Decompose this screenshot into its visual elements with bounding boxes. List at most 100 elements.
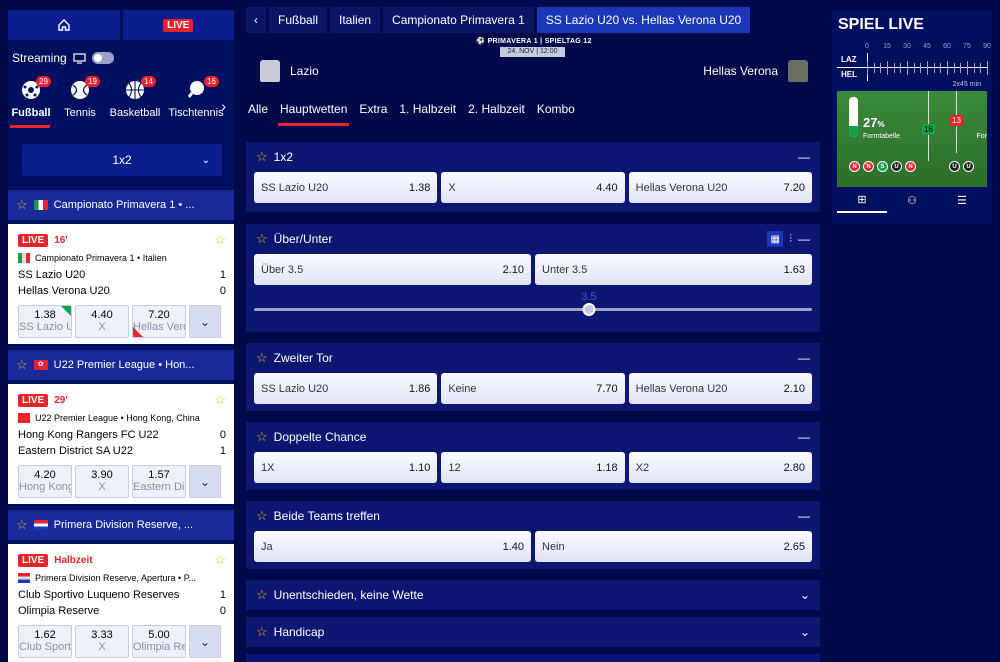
star-icon[interactable]: ☆ (214, 232, 226, 248)
star-icon[interactable]: ☆ (256, 587, 268, 603)
competition-round: PRIMAVERA 1 | SPIELTAG 12 (487, 38, 592, 45)
outcome-button[interactable]: X2 2.80 (628, 452, 812, 483)
outcome-button[interactable]: Hellas Verona U20 7.20 (628, 172, 812, 203)
outcome-button[interactable]: 12 1.18 (441, 452, 625, 483)
tab-kombo[interactable]: Kombo (535, 102, 577, 126)
streaming-toggle[interactable] (91, 52, 114, 64)
outcome-button[interactable]: SS Lazio U20 1.38 (254, 172, 438, 203)
more-markets-button[interactable]: ⌄ (189, 465, 221, 498)
outcome-button[interactable]: Unter 3.5 1.63 (535, 254, 812, 285)
market-select[interactable]: 1x2 ⌄ (22, 144, 222, 176)
grid-view-icon[interactable]: ▦ (767, 231, 784, 247)
timeline-tick (880, 63, 882, 73)
star-icon[interactable]: ☆ (256, 429, 268, 445)
collapse-icon[interactable]: — (798, 351, 810, 365)
italy-flag-icon (18, 253, 30, 263)
league-group-header[interactable]: ☆ Campionato Primavera 1 • ... (8, 190, 234, 220)
event-card[interactable]: LIVE Halbzeit ☆ Primera Division Reserve… (8, 544, 234, 662)
market-unentschieden-keine-wette[interactable]: ☆ Unentschieden, keine Wette ⌄ (246, 580, 820, 610)
chevron-right-icon[interactable]: › (221, 98, 226, 114)
outcome-button[interactable]: Nein 2.65 (535, 531, 812, 562)
home-team: Club Sportivo Luqueno Reserves (18, 589, 180, 601)
event-card[interactable]: LIVE 16' ☆ Campionato Primavera 1 • Ital… (8, 224, 234, 344)
collapse-icon[interactable]: — (798, 232, 810, 246)
timeline-tick-label: 15 (883, 43, 891, 50)
live-button[interactable]: LIVE (122, 10, 234, 40)
outcome-button[interactable]: Keine 7.70 (441, 373, 625, 404)
competition-header: ⚽ PRIMAVERA 1 | SPIELTAG 12 (246, 37, 822, 45)
odd-button-away[interactable]: 7.20Hellas Verona U20 (132, 305, 186, 338)
star-icon[interactable]: ☆ (16, 517, 28, 533)
breadcrumb-item-current[interactable]: SS Lazio U20 vs. Hellas Verona U20 (536, 7, 751, 33)
star-icon[interactable]: ☆ (16, 197, 28, 213)
odd-button-away[interactable]: 1.57Eastern District SA U22 (132, 465, 186, 498)
tab-extra[interactable]: Extra (357, 102, 389, 126)
tab-pitch-icon[interactable]: ⊞ (837, 187, 887, 213)
slider-handle[interactable] (582, 303, 596, 316)
tab-alle[interactable]: Alle (246, 102, 270, 126)
back-button[interactable]: ‹ (246, 7, 266, 33)
star-icon[interactable]: ☆ (256, 508, 268, 524)
form-badge: S (877, 161, 888, 172)
more-markets-button[interactable]: ⌄ (189, 305, 221, 338)
tab-table-icon[interactable]: ☰ (937, 187, 987, 213)
sport-tab-tennis[interactable]: 19 Tennis (60, 76, 100, 119)
chevron-down-icon[interactable]: ⌄ (800, 588, 810, 602)
outcome-button[interactable]: X 4.40 (441, 172, 625, 203)
league-group-header[interactable]: ☆ Primera Division Reserve, ... (8, 510, 234, 540)
chevron-down-icon[interactable]: ⌄ (800, 625, 810, 639)
outcome-button[interactable]: SS Lazio U20 1.86 (254, 373, 438, 404)
outcome-button[interactable]: 1X 1.10 (254, 452, 438, 483)
odd-button-home[interactable]: 1.62Club Sportivo Luqueno Reserves (18, 625, 72, 658)
breadcrumb-item[interactable]: Italien (330, 7, 381, 33)
market-handicap[interactable]: ☆ Handicap ⌄ (246, 617, 820, 647)
odd-button-draw[interactable]: 4.40 X (75, 305, 129, 338)
market-title: Doppelte Chance (273, 430, 367, 444)
breadcrumb-item[interactable]: Fußball (269, 7, 328, 33)
outcome-button[interactable]: Über 3.5 2.10 (254, 254, 531, 285)
home-score: 1 (219, 589, 226, 601)
market-title: Beide Teams treffen (273, 509, 380, 523)
team-a-label: LAZ (841, 55, 857, 64)
odd-button-home[interactable]: 1.38SS Lazio U20 (18, 305, 72, 338)
odd-button-draw[interactable]: 3.33 X (75, 625, 129, 658)
home-button[interactable] (8, 10, 120, 40)
slider-view-icon[interactable]: ⫶ (789, 233, 792, 246)
outcome-button[interactable]: Hellas Verona U20 2.10 (628, 373, 812, 404)
tab-lineups-icon[interactable]: ⚇ (887, 187, 937, 213)
timeline-tick-label: 30 (903, 43, 911, 50)
star-icon[interactable]: ☆ (214, 392, 226, 408)
odd-button-draw[interactable]: 3.90 X (75, 465, 129, 498)
italy-flag-icon (33, 200, 48, 210)
market-select-value: 1x2 (112, 153, 132, 167)
star-icon[interactable]: ☆ (16, 357, 28, 373)
sport-tab-fussball[interactable]: 29 Fußball (8, 76, 54, 128)
tab-hauptwetten[interactable]: Hauptwetten (278, 102, 350, 126)
star-icon[interactable]: ☆ (256, 149, 268, 165)
match-time: 16' (54, 234, 68, 246)
odd-button-away[interactable]: 5.00Olimpia Reserve (132, 625, 186, 658)
odd-button-home[interactable]: 4.20Hong Kong Rangers FC U22 (18, 465, 72, 498)
breadcrumb-item[interactable]: Campionato Primavera 1 (383, 7, 534, 33)
collapse-icon[interactable]: — (798, 509, 810, 523)
odds-up-indicator (61, 306, 71, 316)
star-icon[interactable]: ☆ (214, 552, 226, 568)
star-icon[interactable]: ☆ (256, 231, 268, 247)
market-1x2: ☆ 1x2 — SS Lazio U20 1.38 X 4.40 Hellas Vero… (246, 142, 820, 212)
outcome-button[interactable]: Ja 1.40 (254, 531, 531, 562)
tab-1-halbzeit[interactable]: 1. Halbzeit (397, 102, 458, 126)
collapse-icon[interactable]: — (798, 150, 810, 164)
line-slider[interactable]: 3.5 (254, 285, 812, 325)
league-group-header[interactable]: ☆ ✿ U22 Premier League • Hon... (8, 350, 234, 380)
event-card[interactable]: LIVE 29' ☆ U22 Premier League • Hong Kon… (8, 384, 234, 504)
collapse-icon[interactable]: — (798, 430, 810, 444)
sport-tab-basketball[interactable]: 14 Basketball (106, 76, 164, 119)
timeline-tick (980, 63, 982, 73)
market-title: 1x2 (273, 150, 294, 164)
more-markets-button[interactable]: ⌄ (189, 625, 221, 658)
outcome-odds: 1.18 (596, 461, 618, 474)
tab-2-halbzeit[interactable]: 2. Halbzeit (466, 102, 527, 126)
star-icon[interactable]: ☆ (256, 350, 268, 366)
star-icon[interactable]: ☆ (256, 624, 268, 640)
sport-tab-tischtennis[interactable]: 16 Tischtennis (166, 76, 226, 119)
